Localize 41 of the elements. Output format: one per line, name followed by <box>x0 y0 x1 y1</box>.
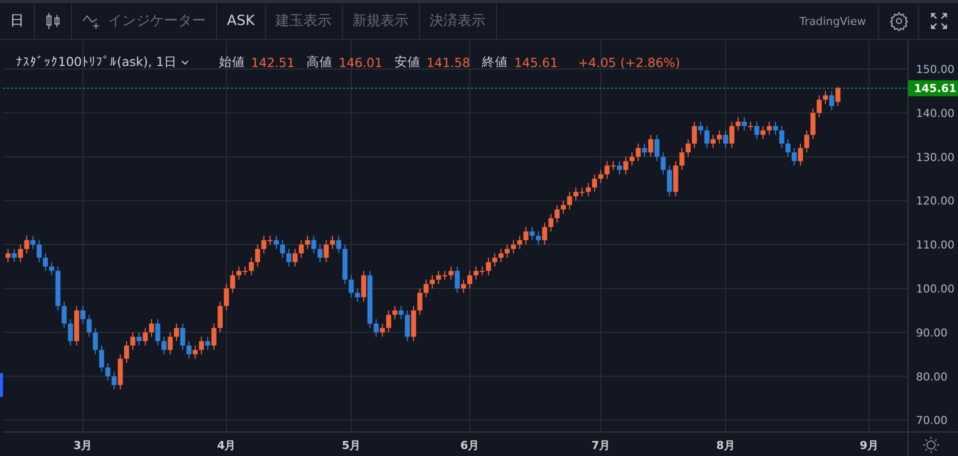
ohlc-label: 始値 <box>218 54 245 71</box>
fullscreen-icon <box>930 12 948 30</box>
ohlc-label: 高値 <box>306 54 333 71</box>
pane-handle[interactable] <box>0 373 3 397</box>
price-label: 140.00 <box>916 106 954 120</box>
display-toggle[interactable]: ASK <box>217 3 266 39</box>
last-price-badge: 145.61 <box>908 80 958 96</box>
date-label: 4月 <box>217 439 236 452</box>
ref-line-label: 145.61 <box>914 82 956 96</box>
price-label: 150.00 <box>916 62 954 76</box>
date-label: 8月 <box>716 439 735 452</box>
settings-icon[interactable] <box>922 436 940 454</box>
price-label: 110.00 <box>916 238 954 252</box>
date-label: 3月 <box>74 439 92 452</box>
ohlc-value: 146.01 <box>338 55 382 70</box>
ohlc-value: 141.58 <box>426 55 470 70</box>
brand-label: TradingView <box>798 14 867 28</box>
date-label: 6月 <box>460 439 480 452</box>
ohlc-label: 終値 <box>482 54 508 71</box>
interval-button[interactable]: 日 <box>0 3 35 39</box>
symbol-selector[interactable]: ﾅｽﾀﾞｯｸ100ﾄﾘﾌﾟﾙ(ask), 1日 <box>16 54 189 71</box>
display-toggle[interactable]: 決済表示 <box>420 3 497 39</box>
date-label: 5月 <box>342 439 361 452</box>
price-label: 100.00 <box>916 282 954 296</box>
candlestick-icon <box>45 12 61 30</box>
display-toggle[interactable]: 建玉表示 <box>266 3 343 39</box>
price-label: 80.00 <box>916 370 948 384</box>
price-label: 90.00 <box>916 326 948 340</box>
date-label: 9月 <box>860 439 878 452</box>
price-label: 130.00 <box>916 150 954 164</box>
indicators-button[interactable]: インジケーター <box>72 3 217 39</box>
date-label: 7月 <box>591 439 610 452</box>
price-label: 70.00 <box>916 414 948 428</box>
caret-icon <box>180 60 189 66</box>
price-change: +4.05 (+2.86%) <box>578 55 680 70</box>
price-label: 120.00 <box>916 194 954 208</box>
ohlc-label: 安値 <box>394 54 420 71</box>
ohlc-value: 145.61 <box>514 55 558 70</box>
display-toggle[interactable]: 新規表示 <box>342 3 420 39</box>
settings-icon <box>888 11 908 31</box>
ohlc-value: 142.51 <box>250 55 295 70</box>
